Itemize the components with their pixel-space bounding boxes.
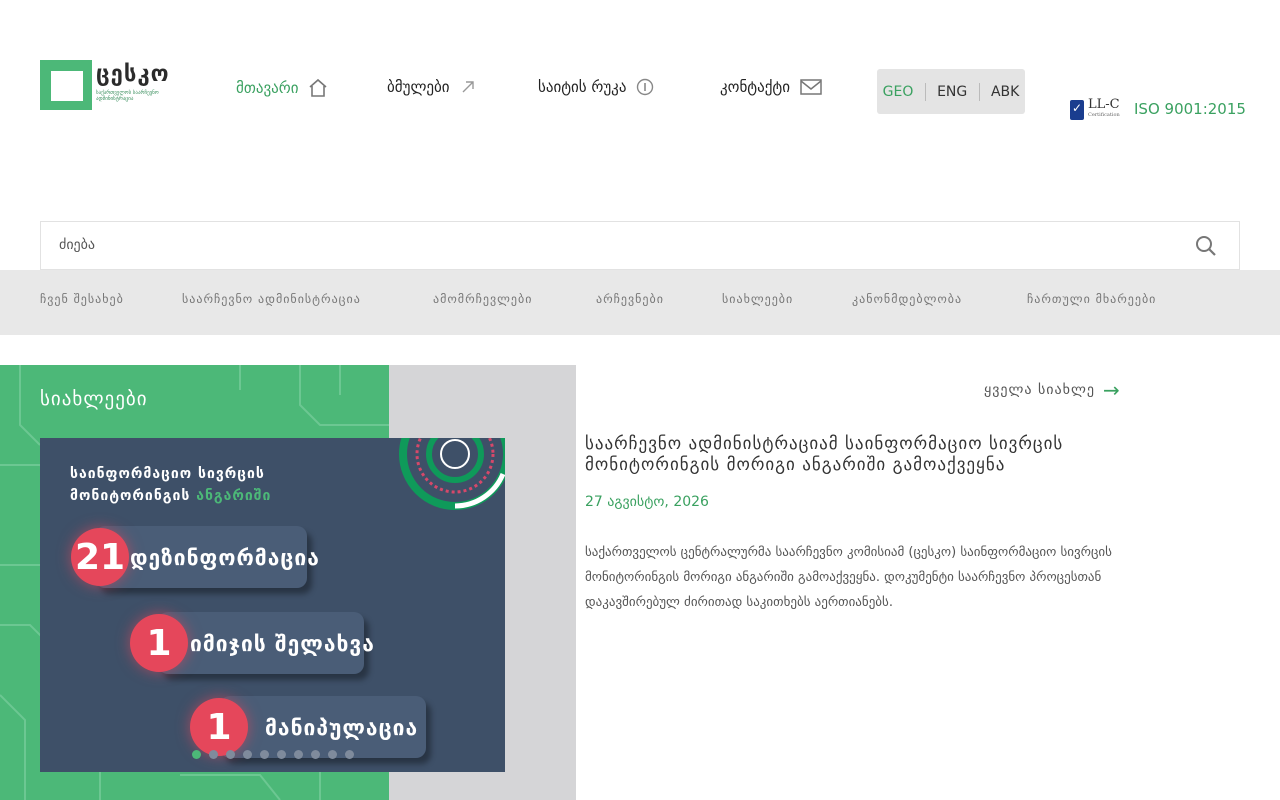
lang-geo[interactable]: GEO: [883, 84, 914, 100]
slide-title-line1: საინფორმაციო სივრცის: [70, 466, 265, 482]
search-icon[interactable]: [1195, 235, 1217, 257]
llc-badge-label: LL-C: [1088, 97, 1120, 112]
arrow-up-right-icon: [462, 81, 474, 93]
slider-pagination: [192, 750, 354, 759]
slide-title-line2-a: მონიტორინგის: [70, 488, 191, 504]
main-menu: ჩვენ შესახებ საარჩევნო ადმინისტრაცია ამო…: [0, 270, 1280, 335]
lang-eng[interactable]: ENG: [937, 84, 967, 100]
check-icon: [1070, 100, 1084, 120]
news-slider[interactable]: საინფორმაციო სივრცის მონიტორინგის ანგარი…: [40, 438, 505, 772]
logo-mark: [40, 60, 92, 110]
slider-dot[interactable]: [277, 750, 286, 759]
slider-dot[interactable]: [226, 750, 235, 759]
menu-item-stakeholders[interactable]: ჩართული მხარეები: [1027, 292, 1156, 306]
topnav-home[interactable]: მთავარი: [236, 78, 328, 98]
site-logo[interactable]: ცესკო საქართველოს საარჩევნო ადმინისტრაცი…: [40, 60, 169, 112]
info-icon: [637, 78, 654, 96]
stat-count: 21: [71, 528, 129, 586]
lang-divider: [978, 82, 980, 101]
lang-abk[interactable]: ABK: [991, 84, 1019, 100]
slider-dot[interactable]: [260, 750, 269, 759]
topnav-links[interactable]: ბმულები: [387, 78, 476, 96]
llc-badge-sub: Certification: [1088, 112, 1120, 118]
slider-dot[interactable]: [192, 750, 201, 759]
article-date: 27 აგვისტო, 2026: [585, 494, 709, 510]
language-switcher: GEO ENG ABK: [877, 69, 1025, 114]
topnav-sitemap[interactable]: საიტის რუკა: [538, 78, 654, 96]
menu-item-voters[interactable]: ამომრჩევლები: [433, 292, 532, 306]
slider-dot[interactable]: [294, 750, 303, 759]
home-icon: [309, 78, 328, 97]
slider-dot[interactable]: [328, 750, 337, 759]
llc-badge: LL-C Certification: [1070, 98, 1120, 120]
iso-label: ISO 9001:2015: [1134, 100, 1246, 118]
stat-label: მანიპულაცია: [265, 716, 419, 740]
lang-divider: [924, 82, 926, 101]
mail-icon: [800, 79, 822, 95]
menu-item-legislation[interactable]: კანონმდებლობა: [852, 292, 962, 306]
all-news-link[interactable]: ყველა სიახლე →: [984, 378, 1121, 402]
topnav-contact[interactable]: კონტაქტი: [720, 78, 822, 96]
menu-item-administration[interactable]: საარჩევნო ადმინისტრაცია: [182, 292, 361, 306]
slide-title-line2: მონიტორინგის ანგარიში: [70, 485, 271, 507]
stat-label: დეზინფორმაცია: [130, 546, 320, 570]
slider-dot[interactable]: [345, 750, 354, 759]
menu-item-about[interactable]: ჩვენ შესახებ: [40, 292, 124, 306]
slide-title-highlight: ანგარიში: [196, 488, 272, 504]
all-news-label: ყველა სიახლე: [984, 382, 1095, 398]
menu-item-news[interactable]: სიახლეები: [722, 292, 793, 306]
search-input[interactable]: [57, 236, 1157, 254]
slide-title: საინფორმაციო სივრცის მონიტორინგის ანგარი…: [70, 463, 271, 507]
arrow-right-icon: →: [1103, 378, 1121, 402]
topnav-home-label: მთავარი: [236, 79, 299, 97]
certification: LL-C Certification ISO 9001:2015: [1070, 98, 1246, 120]
stat-count: 1: [130, 614, 188, 672]
topnav-links-label: ბმულები: [387, 78, 450, 96]
logo-title: ცესკო: [96, 62, 170, 87]
topnav-contact-label: კონტაქტი: [720, 78, 790, 96]
logo-subtitle: საქართველოს საარჩევნო ადმინისტრაცია: [96, 90, 159, 102]
topnav-sitemap-label: საიტის რუკა: [538, 78, 627, 96]
decorative-rings: [399, 438, 505, 510]
menu-item-elections[interactable]: არჩევნები: [596, 292, 664, 306]
search-bar: [40, 221, 1240, 270]
slider-dot[interactable]: [209, 750, 218, 759]
slider-dot[interactable]: [311, 750, 320, 759]
article-body: საქართველოს ცენტრალურმა საარჩევნო კომისი…: [585, 545, 1112, 610]
slider-dot[interactable]: [243, 750, 252, 759]
stat-label: იმიჯის შელახვა: [190, 632, 375, 656]
news-heading: სიახლეები: [40, 388, 148, 410]
stat-count: 1: [190, 698, 248, 756]
llc-badge-text: LL-C Certification: [1088, 97, 1120, 119]
article-title[interactable]: საარჩევნო ადმინისტრაციამ საინფორმაციო სი…: [585, 434, 1145, 476]
